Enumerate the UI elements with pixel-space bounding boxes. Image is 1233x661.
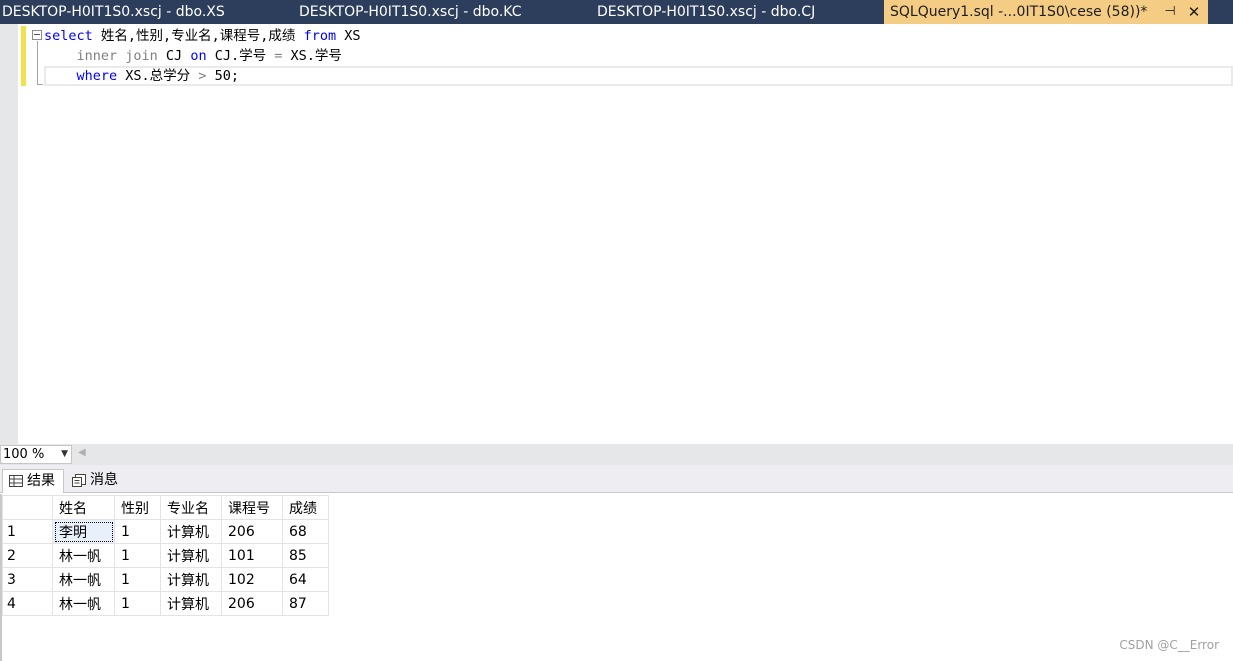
table-cell[interactable]: 计算机 <box>160 519 222 544</box>
editor-margin <box>0 24 18 444</box>
chevron-down-icon: ▼ <box>61 449 68 459</box>
table-row: 4 林一帆 1 计算机 206 87 <box>2 591 329 616</box>
tab-label: SQLQuery1.sql -...0IT1S0\cese (58))* <box>890 4 1148 20</box>
table-cell[interactable]: 1 <box>114 591 161 616</box>
code-text: 姓名,性别,专业名,课程号,成绩 <box>92 28 304 44</box>
table-cell[interactable]: 林一帆 <box>52 567 115 592</box>
change-indicator <box>21 26 26 86</box>
tab-messages[interactable]: 消息 <box>66 469 126 493</box>
tab-dbo-xs[interactable]: DESKTOP-H0IT1S0.xscj - dbo.XS <box>0 0 290 24</box>
column-header[interactable]: 姓名 <box>52 495 115 520</box>
column-header[interactable]: 专业名 <box>160 495 222 520</box>
table-cell[interactable]: 1 <box>114 543 161 568</box>
keyword-select: select <box>44 28 93 44</box>
tab-results-label: 结果 <box>27 473 55 489</box>
row-number[interactable]: 2 <box>2 543 53 568</box>
tab-sqlquery1[interactable]: SQLQuery1.sql -...0IT1S0\cese (58))* ⊣ ✕ <box>884 0 1208 24</box>
keyword-from: from <box>303 28 337 44</box>
table-cell[interactable]: 1 <box>114 567 161 592</box>
table-cell[interactable]: 计算机 <box>160 591 222 616</box>
code-text: 50; <box>206 68 239 84</box>
column-header[interactable]: 性别 <box>114 495 161 520</box>
tab-messages-label: 消息 <box>90 472 118 488</box>
document-tab-strip: DESKTOP-H0IT1S0.xscj - dbo.XS DESKTOP-H0… <box>0 0 1233 24</box>
table-cell[interactable]: 85 <box>282 543 329 568</box>
code-text: CJ.学号 <box>206 48 275 64</box>
zoom-select[interactable]: 100 % ▼ <box>0 445 72 464</box>
grid-icon <box>9 475 23 487</box>
table-cell[interactable]: 计算机 <box>160 543 222 568</box>
table-row: 3 林一帆 1 计算机 102 64 <box>2 567 329 592</box>
tab-label: DESKTOP-H0IT1S0.xscj - dbo.XS <box>2 4 225 20</box>
keyword-on: on <box>190 48 207 64</box>
column-header[interactable]: 成绩 <box>282 495 329 520</box>
pin-icon[interactable]: ⊣ <box>1160 0 1180 24</box>
results-grid[interactable]: 姓名 性别 专业名 课程号 成绩 1 李明 1 计算机 206 68 2 林一帆… <box>0 494 1233 661</box>
column-header[interactable]: 课程号 <box>221 495 283 520</box>
zoom-value: 100 % <box>3 447 45 462</box>
zoom-bar: 100 % ▼ ◀ <box>0 444 1233 465</box>
keyword-where: where <box>76 68 118 84</box>
table-cell[interactable]: 李明 <box>52 519 115 544</box>
code-line-2: inner join CJ on CJ.学号 = XS.学号 <box>44 46 342 66</box>
table-cell[interactable]: 87 <box>282 591 329 616</box>
table-row: 2 林一帆 1 计算机 101 85 <box>2 543 329 568</box>
header-row: 姓名 性别 专业名 课程号 成绩 <box>2 495 329 520</box>
code-line-3: where XS.总学分 > 50; <box>44 66 239 86</box>
table-cell[interactable]: 林一帆 <box>52 543 115 568</box>
table-cell[interactable]: 206 <box>221 519 283 544</box>
keyword-inner-join: inner join <box>76 48 158 64</box>
tab-label: DESKTOP-H0IT1S0.xscj - dbo.KC <box>299 4 522 20</box>
code-line-1: select 姓名,性别,专业名,课程号,成绩 from XS <box>44 26 360 46</box>
message-icon <box>72 473 86 487</box>
code-text: CJ <box>157 48 191 64</box>
corner-cell[interactable] <box>2 495 53 520</box>
tab-label: DESKTOP-H0IT1S0.xscj - dbo.CJ <box>597 4 816 20</box>
tab-dbo-cj[interactable]: DESKTOP-H0IT1S0.xscj - dbo.CJ <box>588 0 884 24</box>
result-tab-strip: 结果 消息 <box>0 465 1233 493</box>
row-number[interactable]: 4 <box>2 591 53 616</box>
query-editor[interactable]: select 姓名,性别,专业名,课程号,成绩 from XS inner jo… <box>0 24 1233 444</box>
collapse-icon[interactable] <box>32 30 42 40</box>
watermark: CSDN @C__Error <box>1119 638 1219 652</box>
code-text: XS.学号 <box>282 48 342 64</box>
tab-results[interactable]: 结果 <box>2 469 64 493</box>
results-table: 姓名 性别 专业名 课程号 成绩 1 李明 1 计算机 206 68 2 林一帆… <box>2 495 329 616</box>
row-number[interactable]: 1 <box>2 519 53 544</box>
table-cell[interactable]: 101 <box>221 543 283 568</box>
outline-end <box>37 84 43 85</box>
outline-line <box>37 41 38 85</box>
scroll-left-icon[interactable]: ◀ <box>78 447 86 458</box>
table-cell[interactable]: 林一帆 <box>52 591 115 616</box>
code-text: XS.总学分 <box>117 68 199 84</box>
tab-dbo-kc[interactable]: DESKTOP-H0IT1S0.xscj - dbo.KC <box>290 0 588 24</box>
code-text: XS <box>336 28 361 44</box>
table-row: 1 李明 1 计算机 206 68 <box>2 519 329 544</box>
table-cell[interactable]: 计算机 <box>160 567 222 592</box>
table-cell[interactable]: 206 <box>221 591 283 616</box>
row-number[interactable]: 3 <box>2 567 53 592</box>
table-cell[interactable]: 64 <box>282 567 329 592</box>
table-cell[interactable]: 102 <box>221 567 283 592</box>
table-cell[interactable]: 68 <box>282 519 329 544</box>
close-icon[interactable]: ✕ <box>1184 0 1204 24</box>
table-cell[interactable]: 1 <box>114 519 161 544</box>
